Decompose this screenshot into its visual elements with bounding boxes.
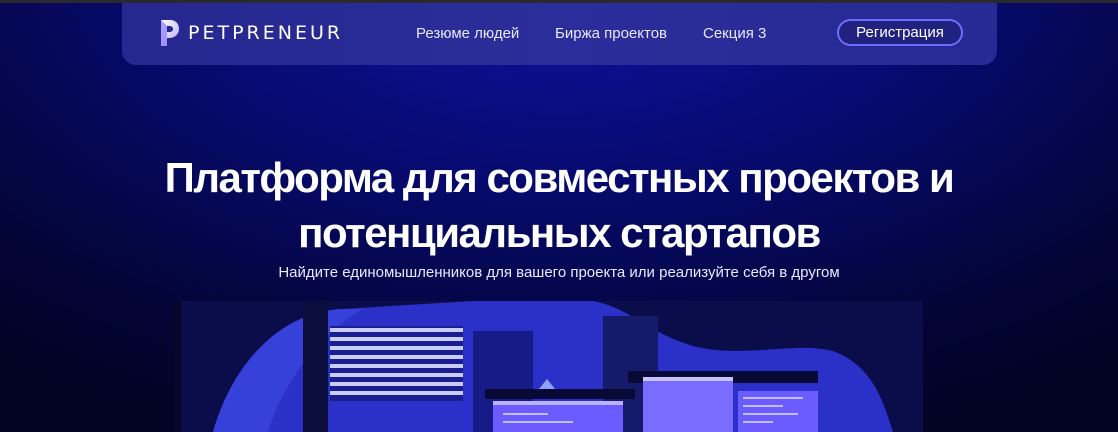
nav-link-projects-exchange[interactable]: Биржа проектов <box>555 25 667 42</box>
nav-link-resumes[interactable]: Резюме людей <box>416 25 519 42</box>
navbar: PETPRENEUR Резюме людей Биржа проектов С… <box>122 3 997 65</box>
hero-title: Платформа для совместных проектов и поте… <box>0 150 1118 260</box>
city-illustration-image <box>173 301 923 432</box>
hero-subtitle: Найдите единомышленников для вашего прое… <box>278 264 840 281</box>
hero-illustration <box>173 301 923 432</box>
brand-logo[interactable]: PETPRENEUR <box>158 18 343 48</box>
hero-title-line-2: потенциальных стартапов <box>298 209 821 256</box>
nav-link-section-3[interactable]: Секция 3 <box>703 25 766 42</box>
petpreneur-logo-icon <box>161 20 179 46</box>
register-button[interactable]: Регистрация <box>837 19 963 46</box>
brand-name: PETPRENEUR <box>188 22 344 44</box>
hero-title-line-1: Платформа для совместных проектов и <box>164 154 955 201</box>
